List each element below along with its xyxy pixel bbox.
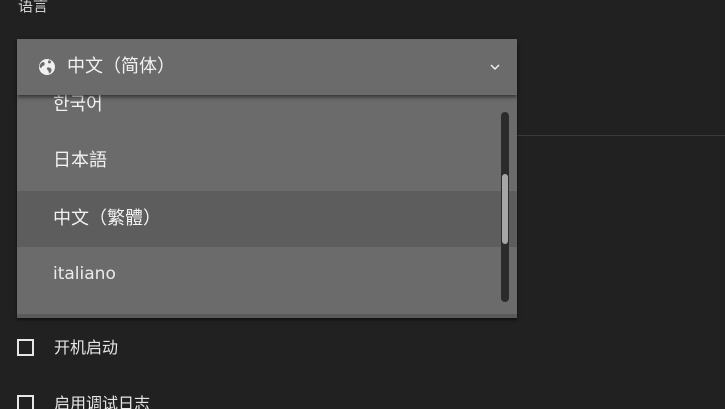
autostart-label: 开机启动 — [54, 338, 119, 357]
language-option-traditional-chinese[interactable]: 中文（繁體） — [17, 191, 517, 247]
option-label: 日本語 — [53, 150, 107, 171]
scrollbar-thumb[interactable] — [502, 174, 508, 244]
dropdown-scrollbar[interactable] — [501, 112, 509, 302]
language-option-korean[interactable]: 한국어 — [17, 95, 517, 133]
dropdown-bottom-edge — [17, 314, 517, 318]
debug-log-checkbox[interactable] — [17, 395, 34, 409]
autostart-checkbox[interactable] — [17, 339, 34, 356]
option-label: italiano — [53, 264, 116, 284]
language-option-italian[interactable]: italiano — [17, 246, 517, 302]
language-section-label: 语言 — [18, 0, 49, 15]
settings-page: 语言 中文（简体） 한국어 日本語 中文（繁體） italiano 开机启动 启… — [0, 0, 725, 409]
language-dropdown-list[interactable]: 한국어 日本語 中文（繁體） italiano — [17, 95, 517, 318]
debug-log-label: 启用调试日志 — [54, 394, 151, 409]
section-divider — [517, 135, 725, 136]
language-select[interactable]: 中文（简体） — [17, 39, 517, 95]
option-label: 中文（繁體） — [53, 208, 161, 229]
language-select-value: 中文（简体） — [67, 56, 175, 77]
chevron-down-icon — [490, 64, 500, 71]
option-label: 한국어 — [53, 95, 103, 115]
language-option-japanese[interactable]: 日本語 — [17, 133, 517, 189]
globe-icon — [39, 59, 55, 75]
